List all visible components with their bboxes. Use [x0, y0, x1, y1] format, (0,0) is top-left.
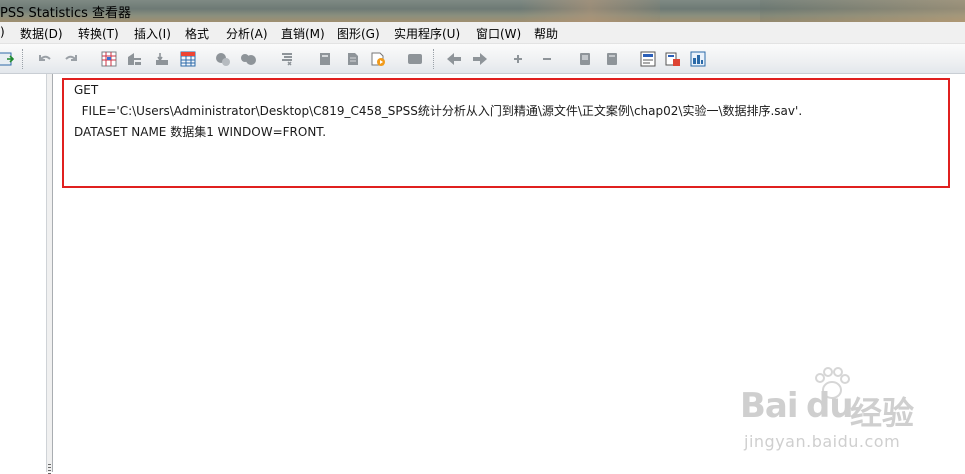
- splitter-grip[interactable]: [48, 464, 51, 474]
- designate-window-icon[interactable]: [279, 51, 295, 67]
- export-icon[interactable]: [0, 51, 14, 67]
- menu-graphs[interactable]: 图形(G): [337, 25, 380, 42]
- menu-format[interactable]: 格式: [185, 25, 209, 42]
- title-bar: PSS Statistics 查看器: [0, 0, 965, 22]
- collapse-icon[interactable]: [539, 51, 555, 67]
- window-title: PSS Statistics 查看器: [0, 6, 132, 21]
- hide-icon[interactable]: [604, 51, 620, 67]
- insert-text-icon[interactable]: [407, 51, 423, 67]
- menu-window[interactable]: 窗口(W): [476, 25, 521, 42]
- use-variable-sets-icon[interactable]: [215, 51, 231, 67]
- menu-file-partial[interactable]: ): [0, 25, 5, 39]
- menu-direct-marketing[interactable]: 直销(M): [281, 25, 325, 42]
- watermark-brand: Bai: [740, 386, 799, 426]
- forward-icon[interactable]: [472, 51, 488, 67]
- menu-bar: ) 数据(D) 转换(T) 插入(I) 格式 分析(A) 直销(M) 图形(G)…: [0, 22, 965, 44]
- syntax-line-file: FILE='C:\Users\Administrator\Desktop\C81…: [74, 104, 803, 118]
- show-icon[interactable]: [577, 51, 593, 67]
- new-syntax-icon[interactable]: [345, 51, 361, 67]
- outline-pane[interactable]: [0, 74, 47, 472]
- new-output-icon[interactable]: [317, 51, 333, 67]
- goto-case-icon[interactable]: [126, 51, 142, 67]
- redo-icon[interactable]: [64, 51, 80, 67]
- show-all-variables-icon[interactable]: [240, 51, 256, 67]
- pane-splitter[interactable]: [47, 74, 53, 474]
- watermark-url: jingyan.baidu.com: [744, 432, 901, 451]
- menu-utilities[interactable]: 实用程序(U): [394, 25, 460, 42]
- menu-data[interactable]: 数据(D): [20, 25, 63, 42]
- watermark-brand-du: du: [806, 386, 854, 426]
- toolbar: [0, 44, 965, 74]
- syntax-line-get: GET: [74, 83, 99, 97]
- menu-transform[interactable]: 转换(T): [78, 25, 119, 42]
- baidu-jingyan-watermark: Bai du 经验 jingyan.baidu.com: [736, 366, 956, 472]
- menu-insert[interactable]: 插入(I): [134, 25, 171, 42]
- syntax-line-dataset: DATASET NAME 数据集1 WINDOW=FRONT.: [74, 125, 327, 139]
- insert-chart-icon[interactable]: [690, 51, 706, 67]
- variables-icon[interactable]: [180, 51, 196, 67]
- menu-help[interactable]: 帮助: [534, 25, 558, 42]
- undo-icon[interactable]: [36, 51, 52, 67]
- goto-variable-icon[interactable]: [154, 51, 170, 67]
- create-script-icon[interactable]: [370, 51, 386, 67]
- watermark-brand-cn: 经验: [850, 394, 915, 432]
- back-icon[interactable]: [446, 51, 462, 67]
- insert-heading-icon[interactable]: [640, 51, 656, 67]
- expand-icon[interactable]: [510, 51, 526, 67]
- syntax-log: GET FILE='C:\Users\Administrator\Desktop…: [74, 80, 802, 143]
- menu-analyze[interactable]: 分析(A): [226, 25, 268, 42]
- insert-title-icon[interactable]: [665, 51, 681, 67]
- goto-data-icon[interactable]: [101, 51, 117, 67]
